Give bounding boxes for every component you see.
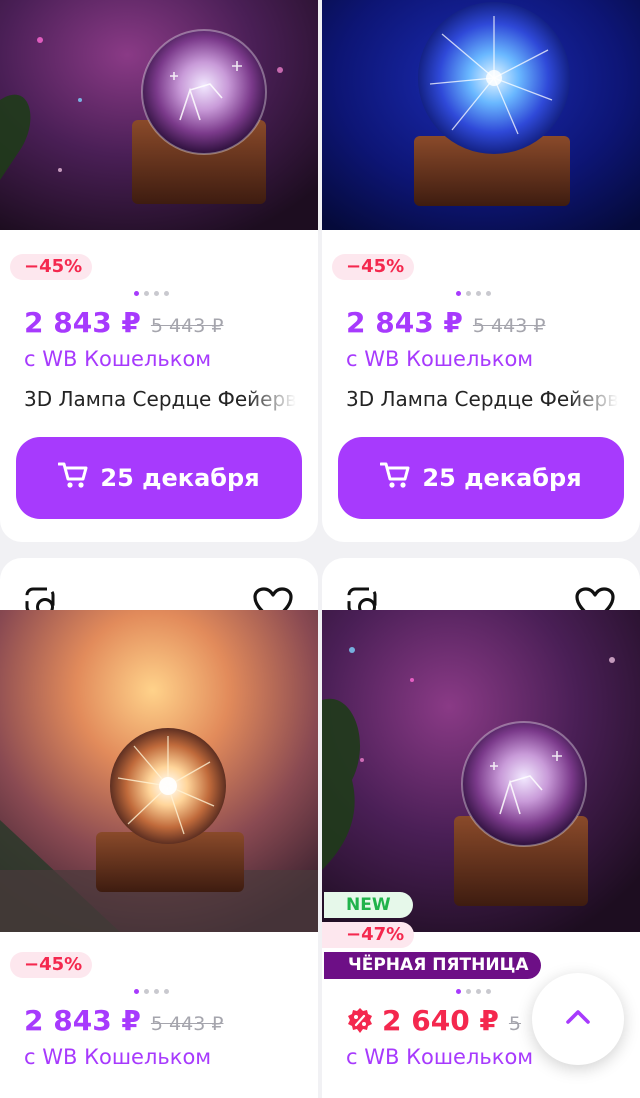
discount-badge: −47%	[322, 922, 415, 948]
pagination-dot	[154, 989, 159, 994]
product-image[interactable]	[322, 610, 640, 932]
product-name[interactable]: 3D Лампа Сердце Фейерверк	[346, 387, 618, 411]
current-price: 2 640 ₽	[382, 1004, 499, 1037]
price-row: 2 843 ₽ 5 443 ₽	[346, 306, 545, 339]
pagination-dot	[486, 291, 491, 296]
price-row: 2 843 ₽ 5 443 ₽	[24, 1004, 223, 1037]
product-image[interactable]	[0, 610, 318, 932]
product-card[interactable]: −45% 2 843 ₽ 5 443 ₽ с WB Кошельком 3D Л…	[0, 0, 318, 542]
cart-icon	[379, 461, 410, 495]
black-friday-badge: ЧЁРНАЯ ПЯТНИЦА	[324, 952, 541, 979]
pagination-dot	[456, 989, 461, 994]
price-row: 2 843 ₽ 5 443 ₽	[24, 306, 223, 339]
add-to-cart-button[interactable]: 25 декабря	[338, 437, 624, 519]
pagination-dot	[154, 291, 159, 296]
pagination-dot	[476, 989, 481, 994]
old-price: 5 443 ₽	[472, 315, 546, 337]
discount-badge: −45%	[10, 254, 93, 280]
image-pagination	[456, 291, 491, 296]
product-image[interactable]	[322, 0, 640, 230]
wallet-label: с WB Кошельком	[24, 1045, 212, 1069]
pagination-dot	[144, 291, 149, 296]
wallet-label: с WB Кошельком	[24, 347, 212, 371]
add-to-cart-button[interactable]: 25 декабря	[16, 437, 302, 519]
product-card[interactable]: −45% 2 843 ₽ 5 443 ₽ с WB Кошельком	[0, 558, 318, 1098]
pagination-dot	[486, 989, 491, 994]
delivery-date: 25 декабря	[422, 464, 582, 492]
pagination-dot	[466, 291, 471, 296]
price-row: 2 640 ₽ 5	[346, 1004, 521, 1037]
image-pagination	[134, 291, 169, 296]
cart-icon	[57, 461, 88, 495]
percent-badge-icon	[346, 1007, 374, 1035]
discount-badge: −45%	[332, 254, 415, 280]
pagination-dot	[456, 291, 461, 296]
pagination-dot	[466, 989, 471, 994]
old-price: 5 443 ₽	[150, 315, 224, 337]
old-price: 5	[508, 1013, 522, 1035]
current-price: 2 843 ₽	[24, 1004, 141, 1037]
scroll-to-top-button[interactable]	[532, 973, 624, 1065]
current-price: 2 843 ₽	[346, 306, 463, 339]
new-badge: NEW	[324, 892, 413, 918]
product-image[interactable]	[0, 0, 318, 230]
image-pagination	[456, 989, 491, 994]
product-name[interactable]: 3D Лампа Сердце Фейерверк	[24, 387, 296, 411]
current-price: 2 843 ₽	[24, 306, 141, 339]
pagination-dot	[476, 291, 481, 296]
chevron-up-icon	[565, 1009, 591, 1029]
image-pagination	[134, 989, 169, 994]
pagination-dot	[134, 989, 139, 994]
pagination-dot	[164, 989, 169, 994]
wallet-label: с WB Кошельком	[346, 347, 534, 371]
pagination-dot	[144, 989, 149, 994]
wallet-label: с WB Кошельком	[346, 1045, 534, 1069]
old-price: 5 443 ₽	[150, 1013, 224, 1035]
product-card[interactable]: −45% 2 843 ₽ 5 443 ₽ с WB Кошельком 3D Л…	[322, 0, 640, 542]
delivery-date: 25 декабря	[100, 464, 260, 492]
discount-badge: −45%	[10, 952, 93, 978]
pagination-dot	[134, 291, 139, 296]
pagination-dot	[164, 291, 169, 296]
